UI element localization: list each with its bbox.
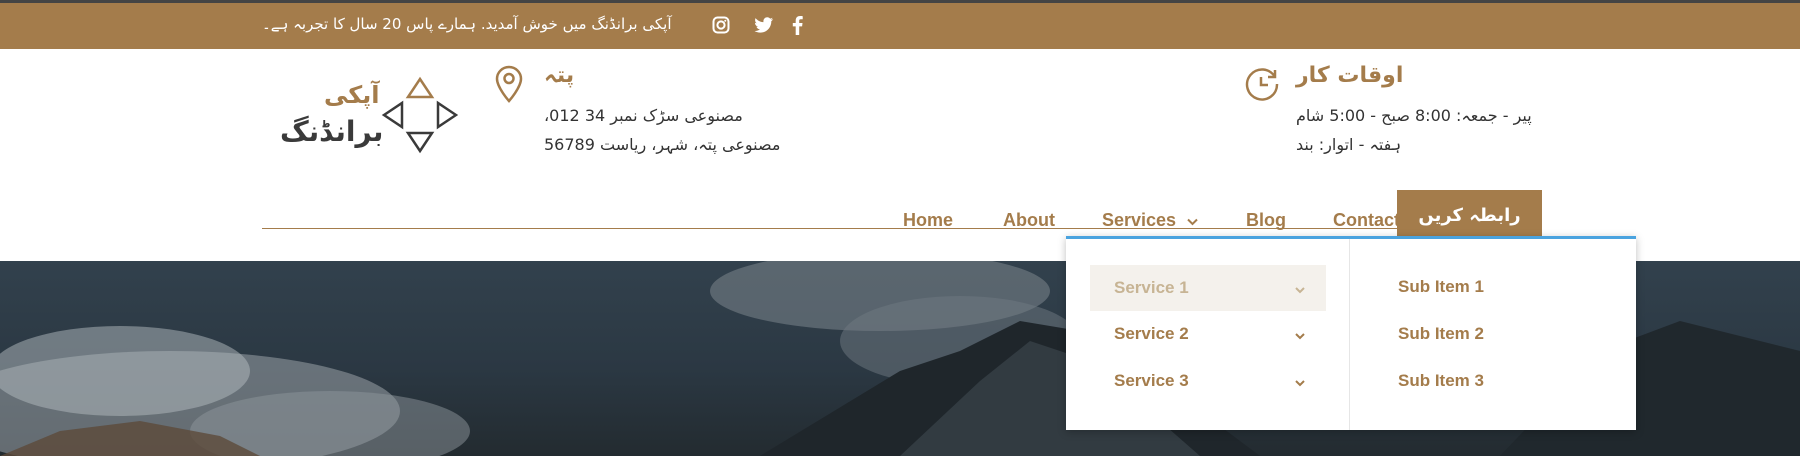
nav-services-label: Services	[1102, 210, 1177, 230]
facebook-icon[interactable]	[792, 16, 806, 36]
nav-about[interactable]: About	[1003, 210, 1055, 231]
address-line-1: مصنوعی سڑک نمبر 34 012،	[544, 106, 743, 125]
dropdown-sub-item-2[interactable]: Sub Item 2	[1398, 324, 1484, 344]
instagram-icon[interactable]	[712, 16, 732, 36]
dropdown-sub-item-3[interactable]: Sub Item 3	[1398, 371, 1484, 391]
welcome-text: آپکی برانڈنگ میں خوش آمدید. ہمارے پاس 20…	[262, 15, 672, 33]
twitter-icon[interactable]	[754, 17, 776, 35]
dropdown-service-1[interactable]: Service 1	[1090, 265, 1326, 311]
top-bar: آپکی برانڈنگ میں خوش آمدید. ہمارے پاس 20…	[0, 0, 1800, 49]
logo[interactable]: آپکی برانڈنگ	[278, 75, 458, 165]
services-dropdown: Service 1 Service 2 Service 3 Sub Item 1…	[1066, 236, 1636, 430]
location-icon	[494, 65, 524, 107]
chevron-down-icon	[1294, 327, 1306, 340]
address-line-2: مصنوعی پتہ، شہر، ریاست 56789	[544, 135, 781, 154]
chevron-down-icon	[1187, 210, 1198, 231]
chevron-down-icon	[1294, 374, 1306, 387]
logo-text-top: آپکی	[324, 81, 380, 109]
nav-services[interactable]: Services	[1102, 210, 1198, 231]
clock-icon	[1244, 66, 1280, 106]
dropdown-sub-item-1[interactable]: Sub Item 1	[1398, 277, 1484, 297]
hours-line-1: پیر - جمعہ: 8:00 صبح - 5:00 شام	[1296, 106, 1532, 125]
hours-line-2: ہفتہ - اتوار: بند	[1296, 135, 1402, 154]
hours-title: اوقات کار	[1296, 63, 1404, 88]
contact-cta-button[interactable]: رابطہ کریں	[1397, 190, 1542, 240]
dropdown-service-3[interactable]: Service 3	[1090, 358, 1326, 404]
dropdown-divider	[1349, 239, 1350, 430]
nav-blog[interactable]: Blog	[1246, 210, 1286, 231]
address-title: پتہ	[544, 63, 575, 88]
dropdown-service-2[interactable]: Service 2	[1090, 311, 1326, 357]
chevron-down-icon	[1294, 281, 1306, 294]
nav-contact[interactable]: Contact	[1333, 210, 1400, 231]
nav-home[interactable]: Home	[903, 210, 953, 231]
logo-text-bottom: برانڈنگ	[280, 115, 384, 148]
